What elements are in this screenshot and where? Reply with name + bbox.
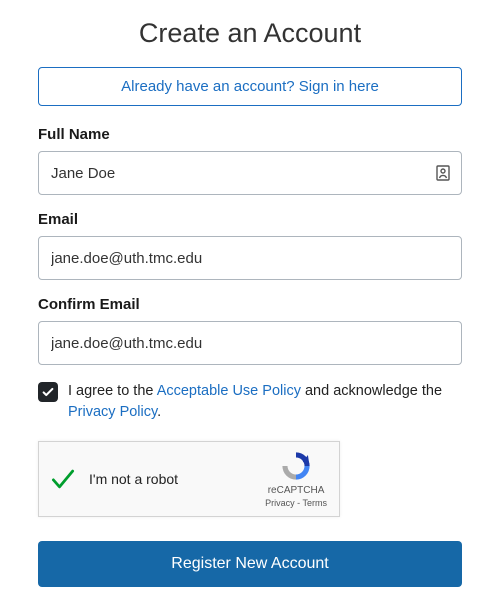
confirm-email-group: Confirm Email (38, 296, 462, 365)
captcha-brand-name: reCAPTCHA (268, 485, 325, 498)
email-input[interactable] (38, 236, 462, 280)
full-name-input-wrap (38, 151, 462, 195)
register-button[interactable]: Register New Account (38, 541, 462, 587)
captcha-privacy-link[interactable]: Privacy (265, 498, 295, 508)
sign-in-banner-button[interactable]: Already have an account? Sign in here (38, 67, 462, 106)
email-group: Email (38, 211, 462, 280)
captcha-label: I'm not a robot (89, 471, 265, 487)
agree-checkbox[interactable] (38, 382, 58, 402)
checkmark-icon (49, 465, 77, 493)
full-name-group: Full Name (38, 126, 462, 195)
full-name-input[interactable] (38, 151, 462, 195)
captcha-brand: reCAPTCHA Privacy - Terms (265, 449, 327, 509)
confirm-email-label: Confirm Email (38, 296, 462, 313)
agree-suffix: . (157, 404, 161, 420)
captcha-terms-link[interactable]: Terms (303, 498, 328, 508)
recaptcha-widget[interactable]: I'm not a robot reCAPTCHA Privacy - Term… (38, 441, 340, 517)
agree-prefix: I agree to the (68, 383, 157, 399)
acceptable-use-policy-link[interactable]: Acceptable Use Policy (157, 383, 301, 399)
privacy-policy-link[interactable]: Privacy Policy (68, 404, 157, 420)
page-title: Create an Account (38, 18, 462, 49)
contact-card-icon (436, 165, 450, 181)
captcha-sep: - (295, 498, 303, 508)
recaptcha-logo-icon (279, 449, 313, 483)
agreement-text: I agree to the Acceptable Use Policy and… (68, 381, 462, 423)
email-label: Email (38, 211, 462, 228)
confirm-email-input[interactable] (38, 321, 462, 365)
agree-mid: and acknowledge the (301, 383, 442, 399)
agreement-row: I agree to the Acceptable Use Policy and… (38, 381, 462, 423)
full-name-label: Full Name (38, 126, 462, 143)
